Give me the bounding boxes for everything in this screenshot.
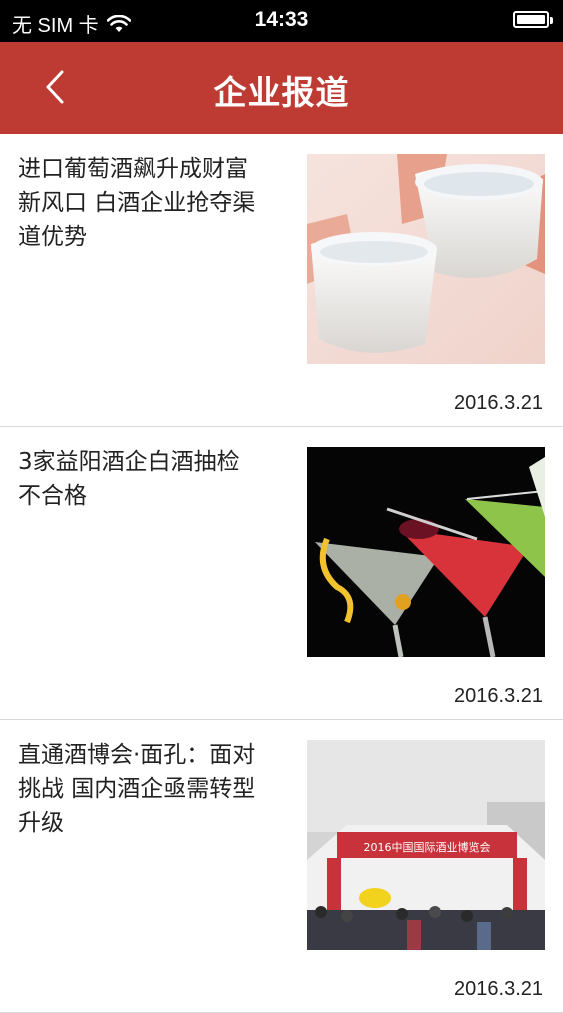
article-thumbnail xyxy=(307,154,545,364)
battery-icon xyxy=(513,11,553,28)
baijiu-cups-image xyxy=(307,154,545,364)
article-title: 直通酒博会·面孔：面对挑战 国内酒企亟需转型升级 xyxy=(18,742,256,836)
expo-entrance-image: 2016中国国际酒业博览会 xyxy=(307,740,545,950)
article-title: 进口葡萄酒飙升成财富新风口 白酒企业抢夺渠道优势 xyxy=(18,156,256,250)
article-thumbnail xyxy=(307,447,545,657)
list-item[interactable]: 3家益阳酒企白酒抽检不合格 2016.3.21 xyxy=(0,427,563,720)
nav-bar: 企业报道 xyxy=(0,42,563,134)
list-item[interactable]: 直通酒博会·面孔：面对挑战 国内酒企亟需转型升级 2016中国国际酒业博览会 2… xyxy=(0,720,563,1013)
article-date: 2016.3.21 xyxy=(454,978,543,1000)
list-item[interactable]: 进口葡萄酒飙升成财富新风口 白酒企业抢夺渠道优势 2016.3.21 xyxy=(0,134,563,427)
expo-banner-text: 2016中国国际酒业博览会 xyxy=(364,840,491,854)
article-date: 2016.3.21 xyxy=(454,685,543,707)
status-bar: 无 SIM 卡 14:33 xyxy=(0,0,563,42)
article-title: 3家益阳酒企白酒抽检不合格 xyxy=(18,449,240,509)
article-thumbnail: 2016中国国际酒业博览会 xyxy=(307,740,545,950)
status-time: 14:33 xyxy=(254,8,309,31)
news-list: 进口葡萄酒飙升成财富新风口 白酒企业抢夺渠道优势 2016.3.21 3家益阳酒… xyxy=(0,134,563,1013)
page-title: 企业报道 xyxy=(213,73,350,112)
article-date: 2016.3.21 xyxy=(454,392,543,414)
cocktail-glasses-image xyxy=(307,447,545,657)
